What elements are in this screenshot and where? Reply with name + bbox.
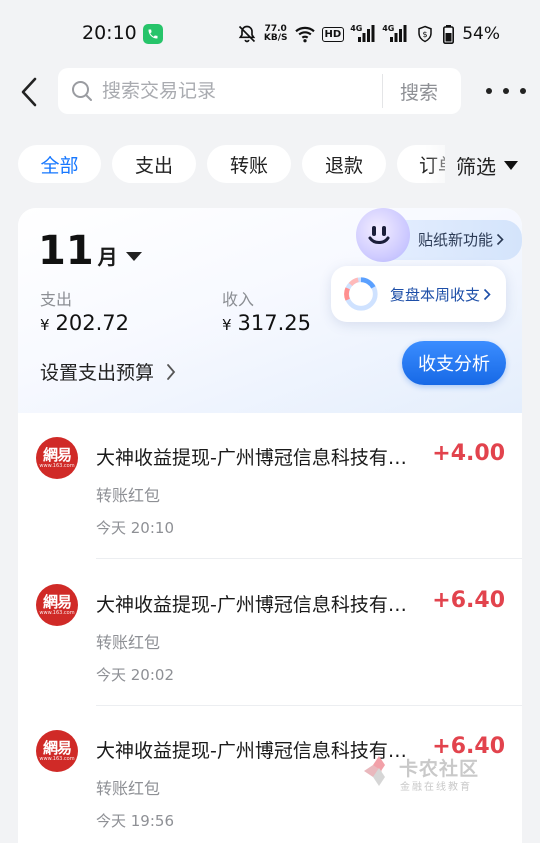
call-icon[interactable] — [143, 24, 163, 44]
logo-subtext: www.163.com — [39, 756, 75, 762]
chevron-left-icon — [21, 77, 37, 107]
expense-currency: ¥ — [40, 316, 50, 334]
sticker-feature-label: 贴纸新功能 — [418, 231, 494, 249]
back-button[interactable] — [14, 74, 44, 110]
set-budget-label: 设置支出预算 — [40, 362, 155, 384]
dot-icon — [503, 88, 509, 94]
weekly-review-button[interactable]: 复盘本周收支 — [331, 266, 506, 322]
mascot-icon[interactable] — [356, 208, 410, 262]
transaction-row[interactable]: 網易 www.163.com 大神收益提现-广州博冠信息科技有… +4.00 转… — [18, 413, 522, 559]
dot-icon — [520, 88, 526, 94]
transaction-time: 今天 20:02 — [96, 666, 174, 684]
transaction-row[interactable]: 網易 www.163.com 大神收益提现-广州博冠信息科技有… +6.40 转… — [18, 706, 522, 843]
signal-label-2: 4G — [382, 24, 395, 33]
logo-subtext: www.163.com — [39, 463, 75, 469]
transaction-category: 转账红包 — [96, 486, 161, 505]
logo-text: 網易 — [42, 739, 72, 757]
income-amount: ¥317.25 — [222, 311, 311, 335]
wifi-icon — [294, 24, 316, 44]
transaction-title: 大神收益提现-广州博冠信息科技有… — [96, 594, 407, 616]
filter-row: 全部 支出 转账 退款 订单 筛选 — [0, 145, 540, 185]
weekly-review-text: 复盘本周收支 — [390, 284, 491, 305]
weekly-review-label: 复盘本周收支 — [390, 285, 481, 304]
income-currency: ¥ — [222, 316, 232, 334]
transaction-title: 大神收益提现-广州博冠信息科技有… — [96, 740, 407, 762]
triangle-down-icon — [504, 160, 518, 170]
status-time: 20:10 — [82, 22, 137, 44]
month-selector[interactable]: 11 月 — [38, 228, 142, 274]
search-button[interactable]: 搜索 — [400, 78, 438, 105]
logo-subtext: www.163.com — [39, 610, 75, 616]
netease-logo: 網易 www.163.com — [36, 437, 78, 479]
netease-logo: 網易 www.163.com — [36, 730, 78, 772]
income-expense-analysis-button[interactable]: 收支分析 — [402, 341, 506, 385]
signal-icon-1: 4G — [350, 24, 376, 44]
logo-text: 網易 — [42, 446, 72, 464]
chevron-right-icon — [496, 233, 504, 246]
filter-chip-refund[interactable]: 退款 — [302, 145, 386, 183]
search-box[interactable]: 搜索 — [58, 68, 461, 114]
net-speed: 77.0 KB/S — [264, 25, 288, 43]
status-bar: 20:10 77.0 KB/S HD 4G 4G $ 54% — [0, 0, 540, 68]
filter-button[interactable]: 筛选 — [445, 145, 540, 185]
income-label: 收入 — [222, 290, 255, 309]
row-divider — [96, 558, 522, 559]
transaction-amount: +6.40 — [432, 734, 505, 759]
header: 搜索 — [0, 68, 540, 116]
dot-icon — [486, 88, 492, 94]
expense-label: 支出 — [40, 290, 73, 309]
month-number: 11 — [38, 228, 94, 274]
signal-label-1: 4G — [350, 24, 363, 33]
transaction-time: 今天 20:10 — [96, 519, 174, 537]
transaction-title: 大神收益提现-广州博冠信息科技有… — [96, 447, 407, 469]
search-icon — [70, 79, 94, 103]
net-speed-unit: KB/S — [263, 33, 288, 43]
transaction-category: 转账红包 — [96, 779, 161, 798]
transaction-amount: +6.40 — [432, 588, 505, 613]
more-options-button[interactable] — [486, 80, 526, 102]
chevron-right-icon — [167, 363, 176, 380]
filter-chip-expense[interactable]: 支出 — [112, 145, 196, 183]
battery-percent: 54% — [462, 24, 500, 44]
filter-chip-transfer[interactable]: 转账 — [207, 145, 291, 183]
expense-value: 202.72 — [55, 311, 130, 335]
search-input[interactable] — [102, 80, 372, 102]
transaction-row[interactable]: 網易 www.163.com 大神收益提现-广州博冠信息科技有… +6.40 转… — [18, 560, 522, 706]
mute-bell-icon — [236, 24, 258, 44]
donut-ring-icon — [344, 277, 378, 311]
income-value: 317.25 — [237, 311, 312, 335]
transaction-category: 转账红包 — [96, 633, 161, 652]
transaction-time: 今天 19:56 — [96, 812, 174, 830]
signal-icon-2: 4G — [382, 24, 408, 44]
month-unit: 月 — [97, 245, 118, 269]
filter-chip-all[interactable]: 全部 — [18, 145, 101, 183]
chevron-right-icon — [483, 288, 491, 300]
expense-amount: ¥202.72 — [40, 311, 129, 335]
set-budget-button[interactable]: 设置支出预算 — [40, 358, 176, 385]
triangle-down-icon — [125, 252, 142, 261]
netease-logo: 網易 www.163.com — [36, 584, 78, 626]
svg-text:$: $ — [423, 29, 428, 39]
shield-dollar-icon: $ — [414, 24, 436, 44]
bill-card: 11 月 支出 ¥202.72 收入 ¥317.25 设置支出预算 贴纸新功能 — [18, 208, 522, 843]
logo-text: 網易 — [42, 593, 72, 611]
status-icons: 77.0 KB/S HD 4G 4G $ 54% — [236, 22, 500, 46]
month-summary: 11 月 支出 ¥202.72 收入 ¥317.25 设置支出预算 贴纸新功能 — [18, 208, 522, 413]
search-divider — [382, 74, 383, 108]
transaction-amount: +4.00 — [432, 441, 505, 466]
sticker-feature-text: 贴纸新功能 — [418, 229, 504, 250]
filter-button-label: 筛选 — [456, 154, 496, 179]
battery-icon — [442, 24, 454, 44]
hd-badge: HD — [321, 26, 345, 42]
